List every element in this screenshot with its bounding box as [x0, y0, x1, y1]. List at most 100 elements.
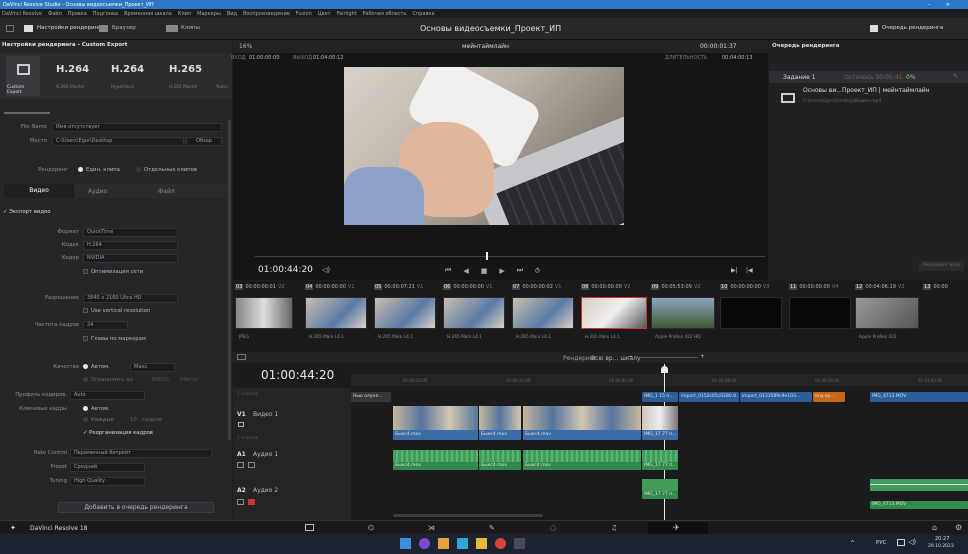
menu-item[interactable]: Подгонка: [93, 11, 118, 17]
loop-icon[interactable]: ⥀: [535, 267, 540, 275]
audio-clip-name[interactable]: Быкс4.mov: [393, 462, 478, 470]
kf-num[interactable]: 10: [130, 417, 137, 423]
tab-file[interactable]: Файл: [158, 188, 175, 195]
profile-select[interactable]: Auto: [70, 391, 145, 400]
audio-waveform[interactable]: [523, 450, 641, 462]
zoom-slider[interactable]: [638, 357, 698, 358]
audio-icon[interactable]: ◁): [322, 266, 330, 274]
menu-item[interactable]: DaVinci Resolve: [2, 11, 42, 17]
render-queue-button[interactable]: Очередь рендеринга: [882, 25, 943, 31]
timeline-clip[interactable]: import_0152c65c0280.8...: [679, 392, 739, 402]
timeline-view-icon[interactable]: [237, 354, 246, 360]
tray-arrow-icon[interactable]: ^: [850, 540, 855, 547]
play-icon[interactable]: ▶: [499, 267, 504, 275]
stop-icon[interactable]: ■: [481, 267, 488, 275]
page-fusion-icon[interactable]: ✎: [489, 524, 495, 532]
export-video-checkbox[interactable]: ✓ Экспорт видео: [3, 209, 51, 215]
skip-start-icon[interactable]: ⏮: [445, 266, 451, 275]
next-clip-icon[interactable]: |◀: [746, 267, 753, 274]
render-settings-button[interactable]: Настройки рендеринга: [37, 25, 104, 31]
track-a1-mute-icon[interactable]: [248, 462, 255, 468]
track-a2-mute-icon[interactable]: [248, 499, 255, 505]
audio-waveform[interactable]: [642, 450, 678, 462]
volume-line[interactable]: [870, 484, 968, 485]
edit-icon[interactable]: ✎: [953, 73, 958, 80]
menu-item[interactable]: Рабочая область: [363, 11, 407, 17]
folder-icon[interactable]: [476, 538, 487, 549]
limit-radio[interactable]: Ограничить до: [83, 377, 133, 383]
clip-thumb[interactable]: [512, 297, 574, 329]
audio-clip-name[interactable]: Быкс4.mov: [479, 462, 521, 470]
scrollbar[interactable]: [228, 120, 231, 440]
page-deliver-icon[interactable]: [305, 524, 314, 531]
vertical-res-checkbox[interactable]: Use vertical resolution: [83, 308, 150, 314]
prev-clip-icon[interactable]: ▶|: [731, 267, 738, 274]
clip-name[interactable]: IMG_17 77 п...: [642, 430, 678, 440]
resolve-taskbar-icon[interactable]: [514, 538, 525, 549]
network-icon[interactable]: [897, 539, 905, 546]
format-select[interactable]: QuickTime: [83, 228, 178, 237]
reorder-checkbox[interactable]: ✓ Реорганизация кадров: [83, 430, 153, 436]
page-edit-icon[interactable]: ⋊: [428, 524, 435, 532]
media-icon[interactable]: [6, 25, 14, 32]
preset-h265-master[interactable]: H.265 H.265 Master: [165, 56, 205, 96]
kf-every-radio[interactable]: Каждые: [83, 417, 114, 423]
menu-item[interactable]: Временная шкала: [124, 11, 172, 17]
render-all-button[interactable]: Рендеринг всех: [919, 261, 964, 271]
clip-thumb[interactable]: [443, 297, 505, 329]
tab-video[interactable]: Видео: [4, 184, 74, 198]
zoom-in-icon[interactable]: +: [700, 353, 705, 360]
app-icon[interactable]: [495, 538, 506, 549]
queue-job-header[interactable]: Задание 1 Осталось 00:05:41 0% ✎: [769, 71, 968, 83]
add-to-queue-button[interactable]: Добавить в очередь рендеринга: [58, 502, 214, 513]
app-icon[interactable]: [419, 538, 430, 549]
audio-clip-name[interactable]: IMG_4713.MOV: [870, 501, 968, 509]
menu-item[interactable]: Fusion: [296, 11, 312, 17]
timeline-name[interactable]: мейнтаймлайн: [462, 43, 509, 50]
resolution-select[interactable]: 3840 x 2160 Ultra HD: [83, 294, 178, 303]
browser-icon[interactable]: [99, 25, 108, 32]
clip-thumb[interactable]: [651, 297, 715, 329]
timeline-video-clip[interactable]: [479, 406, 521, 430]
audio-waveform[interactable]: [642, 479, 678, 491]
settings-icon[interactable]: ⚙: [955, 523, 962, 532]
viewer-scrubber[interactable]: [255, 256, 765, 257]
limit-value[interactable]: 80000: [152, 377, 169, 383]
menu-item[interactable]: Цвет: [318, 11, 331, 17]
menu-item[interactable]: Вид: [227, 11, 237, 17]
page-color-icon[interactable]: ◌: [550, 524, 556, 532]
tab-audio[interactable]: Аудио: [88, 188, 107, 195]
volume-icon[interactable]: ◁): [908, 538, 916, 546]
clip-name[interactable]: Быкс4.mov: [393, 430, 478, 440]
clip-thumb-selected[interactable]: [581, 297, 647, 329]
clip-name[interactable]: Быкс4.mov: [479, 430, 521, 440]
menu-item[interactable]: Справка: [412, 11, 434, 17]
clips-button[interactable]: Клипы: [181, 25, 200, 31]
play-reverse-icon[interactable]: ◀: [463, 267, 468, 275]
timeline-video-clip[interactable]: [393, 406, 478, 430]
audio-clip-name[interactable]: IMG_17 77 п...: [642, 462, 678, 470]
tuning-select[interactable]: High Quality: [70, 477, 145, 486]
clip-thumb[interactable]: [235, 297, 293, 329]
zoom-select[interactable]: 16%: [239, 43, 252, 50]
track-a1-solo-icon[interactable]: [237, 462, 244, 468]
single-clip-radio[interactable]: Един. клипа: [78, 167, 120, 173]
scroll-indicator[interactable]: [4, 112, 50, 114]
timeline-clip[interactable]: Нью олунл...: [351, 392, 391, 402]
render-queue-icon[interactable]: [870, 25, 878, 32]
clips-icon[interactable]: [166, 25, 178, 32]
encoder-select[interactable]: NVIDIA: [83, 254, 178, 263]
minimize-button[interactable]: –: [925, 2, 931, 8]
timeline-clip[interactable]: IMG_4713.MOV: [870, 392, 968, 402]
clip-thumb[interactable]: [374, 297, 436, 329]
fps-select[interactable]: 24: [83, 321, 128, 330]
clip-thumb[interactable]: [855, 297, 919, 329]
start-icon[interactable]: [400, 538, 411, 549]
timeline-clip[interactable]: вгд-ар...: [813, 392, 845, 402]
playhead-handle[interactable]: [661, 366, 668, 373]
quality-select[interactable]: Макс.: [130, 363, 175, 372]
browse-button[interactable]: Обзор: [186, 137, 222, 146]
clip-thumb[interactable]: [789, 297, 851, 329]
preset-h264-master[interactable]: H.264 H.264 Master: [50, 56, 90, 96]
render-settings-icon[interactable]: [24, 25, 33, 32]
